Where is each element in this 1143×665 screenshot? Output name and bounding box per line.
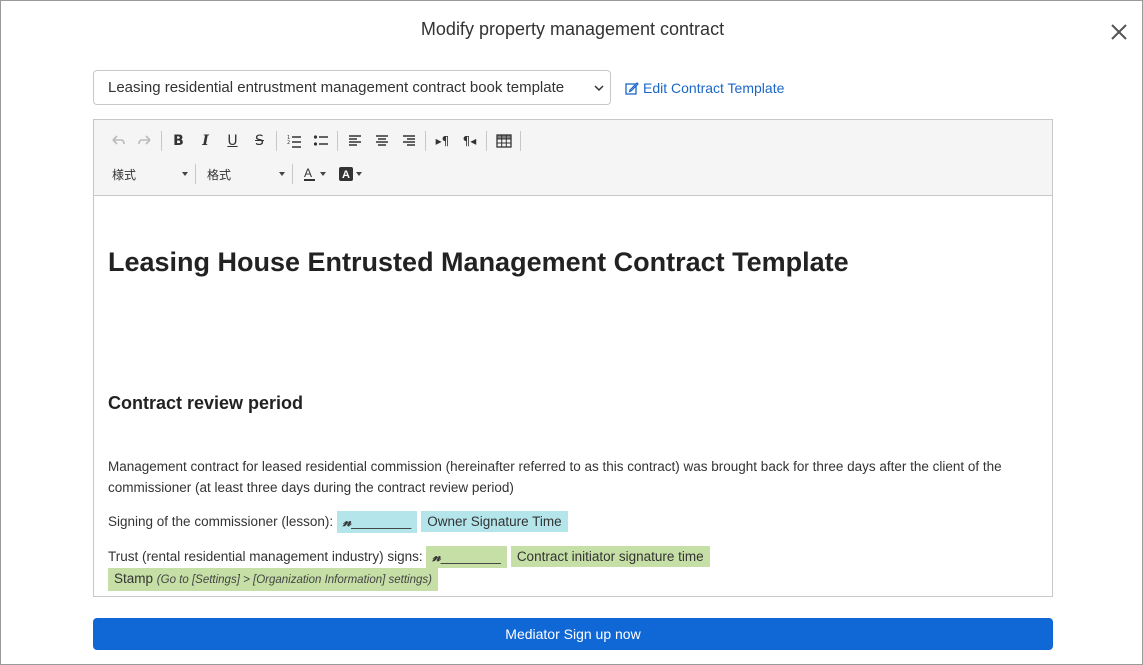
rtl-direction-icon[interactable]: ¶◂	[456, 128, 483, 154]
editor-toolbar: B I U S 12 ▸¶ ¶◂ 様式 格式 A A	[94, 120, 1052, 196]
mediator-sign-up-button[interactable]: Mediator Sign up now	[93, 618, 1053, 650]
toolbar-separator	[161, 131, 162, 151]
edit-icon	[625, 82, 639, 95]
owner-signature-field[interactable]: 𝓃________	[336, 511, 418, 533]
ltr-direction-icon[interactable]: ▸¶	[429, 128, 456, 154]
caret-down-icon	[182, 172, 188, 176]
text-color-icon: A	[303, 166, 315, 181]
svg-text:A: A	[304, 166, 312, 180]
commissioner-signing-label: Signing of the commissioner (lesson):	[108, 514, 334, 529]
background-color-icon: A	[338, 167, 353, 181]
style-dropdown-label: 様式	[112, 167, 137, 182]
underline-icon[interactable]: U	[219, 128, 246, 154]
edit-contract-template-label: Edit Contract Template	[643, 80, 785, 96]
svg-text:A: A	[342, 169, 350, 181]
format-dropdown-label: 格式	[207, 167, 232, 182]
modal-title: Modify property management contract	[420, 19, 725, 39]
background-color-button[interactable]: A	[332, 161, 368, 187]
toolbar-separator	[276, 131, 277, 151]
svg-text:2: 2	[287, 140, 290, 146]
stamp-note: (Go to [Settings] > [Organization Inform…	[156, 574, 432, 586]
document-title: Leasing House Entrusted Management Contr…	[108, 247, 849, 277]
italic-icon[interactable]: I	[192, 128, 219, 154]
template-select-value: Leasing residential entrustment manageme…	[108, 79, 565, 96]
toolbar-separator	[486, 131, 487, 151]
align-left-icon[interactable]	[341, 128, 368, 154]
template-select[interactable]: Leasing residential entrustment manageme…	[93, 70, 611, 105]
toolbar-separator	[292, 164, 293, 184]
toolbar-separator	[195, 164, 196, 184]
align-right-icon[interactable]	[395, 128, 422, 154]
rich-text-editor: B I U S 12 ▸¶ ¶◂ 様式 格式 A A Leasing House…	[93, 119, 1053, 597]
stamp-field[interactable]: Stamp (Go to [Settings] > [Organization …	[108, 568, 438, 591]
commissioner-signing-line: Signing of the commissioner (lesson): 𝓃_…	[108, 511, 1043, 533]
strikethrough-icon[interactable]: S	[246, 128, 273, 154]
review-period-paragraph: Management contract for leased residenti…	[108, 459, 1002, 495]
chevron-down-icon	[594, 85, 604, 92]
section-heading: Contract review period	[108, 393, 304, 413]
trust-signing-label: Trust (rental residential management ind…	[108, 549, 423, 564]
redo-icon[interactable]	[131, 128, 158, 154]
bold-icon[interactable]: B	[165, 128, 192, 154]
signature-icon: 𝓃	[342, 514, 352, 530]
modal-dialog: Modify property management contract Leas…	[0, 0, 1143, 665]
stamp-label: Stamp	[114, 571, 154, 586]
align-center-icon[interactable]	[368, 128, 395, 154]
close-icon[interactable]	[1108, 21, 1130, 43]
numbered-list-icon[interactable]: 12	[280, 128, 307, 154]
caret-down-icon	[355, 172, 362, 176]
initiator-signature-time-field[interactable]: Contract initiator signature time	[510, 546, 710, 567]
trust-signing-line: Trust (rental residential management ind…	[108, 546, 1043, 591]
undo-icon[interactable]	[104, 128, 131, 154]
table-icon[interactable]	[490, 128, 517, 154]
signature-icon: 𝓃	[432, 549, 441, 565]
initiator-signature-field[interactable]: 𝓃________	[426, 546, 507, 568]
edit-contract-template-link[interactable]: Edit Contract Template	[625, 80, 784, 96]
toolbar-separator	[425, 131, 426, 151]
toolbar-separator	[337, 131, 338, 151]
editor-content[interactable]: Leasing House Entrusted Management Contr…	[94, 197, 1052, 596]
toolbar-separator	[520, 131, 521, 151]
owner-signature-time-field[interactable]: Owner Signature Time	[421, 511, 568, 532]
format-dropdown[interactable]: 格式	[199, 161, 289, 187]
text-color-button[interactable]: A	[296, 161, 332, 187]
bulleted-list-icon[interactable]	[307, 128, 334, 154]
caret-down-icon	[319, 172, 326, 176]
style-dropdown[interactable]: 様式	[104, 161, 192, 187]
caret-down-icon	[279, 172, 285, 176]
